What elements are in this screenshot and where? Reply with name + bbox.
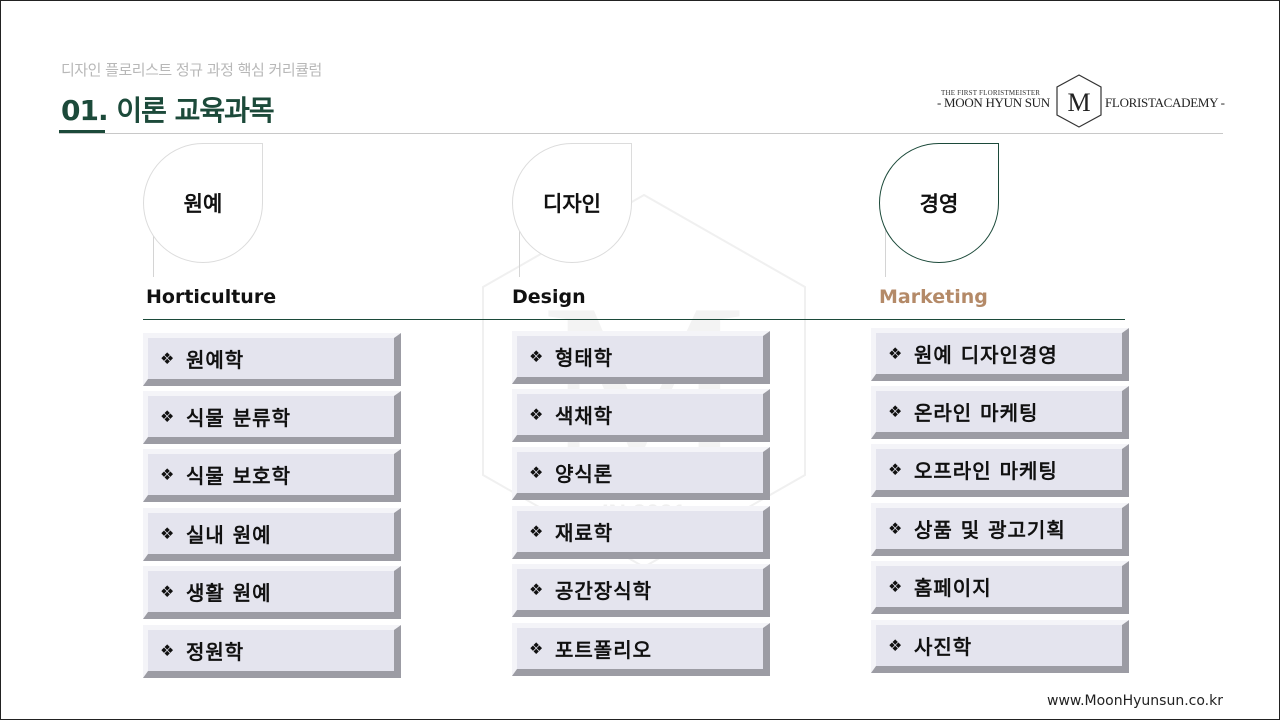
bullet-icon: ❖	[529, 463, 545, 482]
course-label: 형태학	[555, 346, 614, 370]
course-item-horticulture: ❖ 생활 원예	[143, 566, 401, 619]
logo-right-text: FLORISTACADEMY -	[1105, 95, 1225, 110]
slide-frame: 디자인 플로리스트 정규 과정 핵심 커리큘럼 01. 이론 교육과목 THE …	[0, 0, 1280, 720]
category-label-horticulture: Horticulture	[146, 286, 277, 308]
course-item-marketing: ❖ 온라인 마케팅	[871, 386, 1129, 439]
course-item-design: ❖ 색채학	[512, 389, 770, 442]
course-label: 홈페이지	[914, 576, 992, 600]
course-label: 포트폴리오	[555, 638, 652, 662]
leaf-badge-marketing: 경영	[879, 143, 999, 263]
bullet-icon: ❖	[529, 580, 545, 599]
bullet-icon: ❖	[529, 639, 545, 658]
course-item-horticulture: ❖ 실내 원예	[143, 508, 401, 561]
course-label: 정원학	[186, 640, 245, 664]
course-item-marketing: ❖ 상품 및 광고기획	[871, 503, 1129, 556]
course-label: 공간장식학	[555, 579, 652, 603]
course-label: 색채학	[555, 404, 614, 428]
bullet-icon: ❖	[160, 407, 176, 426]
course-item-horticulture: ❖ 원예학	[143, 333, 401, 386]
course-item-design: ❖ 포트폴리오	[512, 623, 770, 676]
course-label: 원예학	[186, 348, 245, 372]
page-title: 01. 이론 교육과목	[61, 94, 275, 127]
course-item-horticulture: ❖ 정원학	[143, 625, 401, 678]
course-item-horticulture: ❖ 식물 분류학	[143, 391, 401, 444]
course-item-marketing: ❖ 오프라인 마케팅	[871, 444, 1129, 497]
course-item-horticulture: ❖ 식물 보호학	[143, 449, 401, 502]
bullet-icon: ❖	[888, 519, 904, 538]
bullet-icon: ❖	[529, 405, 545, 424]
category-label-design: Design	[512, 286, 586, 308]
logo-emblem-icon: M	[1056, 74, 1102, 128]
bullet-icon: ❖	[160, 349, 176, 368]
header-divider	[59, 133, 1223, 134]
footer-website: www.MoonHyunsun.co.kr	[1047, 693, 1223, 709]
course-item-marketing: ❖ 홈페이지	[871, 561, 1129, 614]
course-label: 상품 및 광고기획	[914, 518, 1066, 542]
bullet-icon: ❖	[160, 524, 176, 543]
course-label: 오프라인 마케팅	[914, 459, 1058, 483]
course-item-design: ❖ 양식론	[512, 447, 770, 500]
bullet-icon: ❖	[888, 636, 904, 655]
course-item-design: ❖ 공간장식학	[512, 564, 770, 617]
academy-logo: THE FIRST FLORISTMEISTER - MOON HYUN SUN…	[931, 73, 1225, 129]
course-label: 온라인 마케팅	[914, 401, 1039, 425]
bullet-icon: ❖	[160, 641, 176, 660]
bullet-icon: ❖	[160, 582, 176, 601]
course-item-design: ❖ 형태학	[512, 331, 770, 384]
course-label: 재료학	[555, 521, 614, 545]
bullet-icon: ❖	[888, 577, 904, 596]
bullet-icon: ❖	[888, 402, 904, 421]
course-label: 식물 보호학	[186, 464, 291, 488]
page-subtitle: 디자인 플로리스트 정규 과정 핵심 커리큘럼	[61, 61, 322, 79]
course-item-marketing: ❖ 사진학	[871, 620, 1129, 673]
course-label: 생활 원예	[186, 581, 272, 605]
bullet-icon: ❖	[888, 344, 904, 363]
bullet-icon: ❖	[888, 460, 904, 479]
course-label: 양식론	[555, 462, 614, 486]
logo-left-text: - MOON HYUN SUN	[937, 95, 1050, 110]
bullet-icon: ❖	[529, 347, 545, 366]
course-label: 원예 디자인경영	[914, 343, 1058, 367]
bullet-icon: ❖	[529, 522, 545, 541]
category-label-marketing: Marketing	[879, 286, 988, 308]
course-item-marketing: ❖ 원예 디자인경영	[871, 328, 1129, 381]
leaf-stem-marketing	[885, 225, 886, 277]
leaf-badge-design: 디자인	[512, 143, 632, 263]
course-item-design: ❖ 재료학	[512, 506, 770, 559]
bullet-icon: ❖	[160, 465, 176, 484]
course-label: 실내 원예	[186, 523, 272, 547]
course-label: 식물 분류학	[186, 406, 291, 430]
leaf-badge-horticulture: 원예	[143, 143, 263, 263]
course-label: 사진학	[914, 635, 973, 659]
logo-emblem-letter: M	[1067, 88, 1090, 117]
section-divider	[143, 319, 1125, 320]
